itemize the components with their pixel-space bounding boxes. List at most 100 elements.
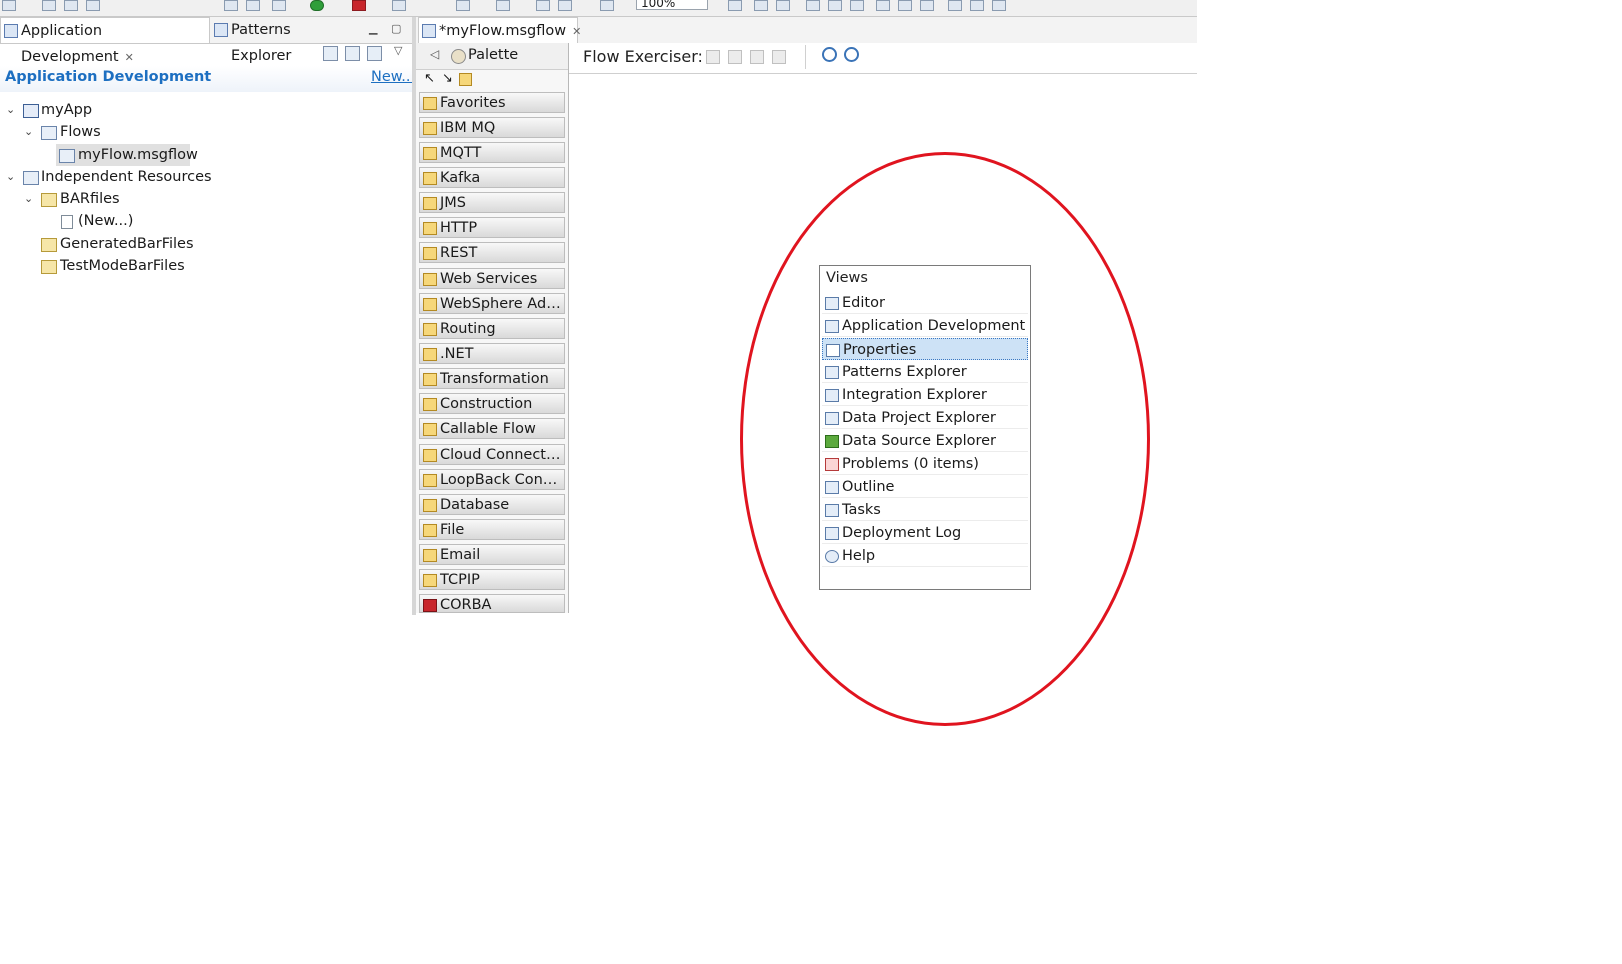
connection-tool-icon[interactable]: ↘ [442,71,453,86]
send-message-icon[interactable] [728,50,742,64]
collapse-palette-icon[interactable]: ◁ [430,47,439,61]
view-menu-icon[interactable]: ▽ [394,44,402,57]
palette-drawer-favorites[interactable]: Favorites [419,92,565,113]
tree-item-new-bar[interactable]: (New...) [0,210,300,232]
layout-icon[interactable] [992,0,1006,11]
note-tool-icon[interactable] [459,73,472,86]
align-icon[interactable] [876,0,890,11]
toolbar-tool-icon[interactable] [224,0,238,11]
view-item-problems[interactable]: Problems (0 items) [822,453,1028,475]
align-icon[interactable] [850,0,864,11]
record-icon[interactable] [750,50,764,64]
toolbar-tool-icon[interactable] [728,0,742,11]
palette-drawer-kafka[interactable]: Kafka [419,167,565,188]
back-icon[interactable] [536,0,550,11]
palette-drawer-http[interactable]: HTTP [419,217,565,238]
view-item-editor[interactable]: Editor [822,292,1028,314]
grid-icon[interactable] [754,0,768,11]
minimize-icon[interactable]: ▁ [369,22,377,35]
view-item-integration-explorer[interactable]: Integration Explorer [822,384,1028,406]
palette-drawer-rest[interactable]: REST [419,242,565,263]
layout-icon[interactable] [970,0,984,11]
palette-drawer-dotnet[interactable]: .NET [419,343,565,364]
view-item-tasks[interactable]: Tasks [822,499,1028,521]
tree-item-generatedbarfiles[interactable]: GeneratedBarFiles [0,233,300,255]
view-item-deployment-log[interactable]: Deployment Log [822,522,1028,544]
save-icon[interactable] [42,0,56,11]
align-icon[interactable] [806,0,820,11]
chevron-down-icon[interactable]: ⌄ [6,104,16,115]
palette-drawer-websphere-adapters[interactable]: WebSphere Adap... [419,293,565,314]
start-exerciser-icon[interactable] [706,50,720,64]
zoom-in-icon[interactable] [822,47,837,62]
toolbar-tool-icon[interactable] [456,0,470,11]
close-icon[interactable]: ✕ [125,51,134,64]
link-with-editor-icon[interactable] [367,46,382,61]
palette-drawer-jms[interactable]: JMS [419,192,565,213]
palette-drawer-file[interactable]: File [419,519,565,540]
zoom-out-icon[interactable] [844,47,859,62]
palette-drawer-construction[interactable]: Construction [419,393,565,414]
tab-patterns-explorer[interactable]: Patterns Explorer [211,17,345,64]
debug-icon[interactable] [272,0,286,11]
view-item-properties[interactable]: Properties [822,338,1028,360]
stop-icon[interactable] [352,0,366,11]
stop-exerciser-icon[interactable] [772,50,786,64]
email-icon [423,549,437,562]
save-all-icon[interactable] [64,0,78,11]
palette-drawer-transformation[interactable]: Transformation [419,368,565,389]
tree-item-flows[interactable]: ⌄ Flows [0,121,300,143]
grid-icon[interactable] [776,0,790,11]
chevron-down-icon[interactable]: ⌄ [6,171,16,182]
tree-item-label: Flows [60,124,101,140]
chevron-down-icon[interactable]: ⌄ [24,126,34,137]
toolbar-tool-icon[interactable] [392,0,406,11]
collapse-all-icon[interactable] [345,46,360,61]
patterns-explorer-icon [214,23,228,37]
tab-application-development[interactable]: Application Development ✕ [0,17,210,65]
palette-drawer-database[interactable]: Database [419,494,565,515]
view-item-outline[interactable]: Outline [822,476,1028,498]
view-item-patterns-explorer[interactable]: Patterns Explorer [822,361,1028,383]
align-icon[interactable] [920,0,934,11]
tree-item-independent-resources[interactable]: ⌄ Independent Resources [0,166,300,188]
back-dropdown-icon[interactable] [558,0,572,11]
palette-drawer-tcpip[interactable]: TCPIP [419,569,565,590]
layout-icon[interactable] [948,0,962,11]
tree-item-myflow-msgflow[interactable]: myFlow.msgflow [56,144,198,166]
close-icon[interactable]: ✕ [572,25,581,38]
new-icon[interactable] [2,0,16,11]
zoom-select[interactable]: 100% [636,0,708,10]
view-item-help[interactable]: Help [822,545,1028,567]
tree-item-myapp[interactable]: ⌄ myApp [0,99,300,121]
maximize-icon[interactable]: ▢ [391,22,401,35]
run-icon[interactable] [310,0,324,11]
view-item-application-development[interactable]: Application Development [822,315,1028,337]
refresh-icon[interactable] [323,46,338,61]
toolbar-tool-icon[interactable] [246,0,260,11]
view-item-data-project-explorer[interactable]: Data Project Explorer [822,407,1028,429]
toolbar-tool-icon[interactable] [496,0,510,11]
palette-drawer-mqtt[interactable]: MQTT [419,142,565,163]
view-item-data-source-explorer[interactable]: Data Source Explorer [822,430,1028,452]
palette-drawer-loopback-connectors[interactable]: LoopBack Conne... [419,469,565,490]
chevron-down-icon[interactable]: ⌄ [24,193,34,204]
palette-drawer-routing[interactable]: Routing [419,318,565,339]
palette-drawer-corba[interactable]: CORBA [419,594,565,613]
view-item-label: Tasks [842,502,881,518]
new-link[interactable]: New... [371,69,415,85]
tree-item-testmodebarfiles[interactable]: TestModeBarFiles [0,255,300,277]
palette-drawer-callable-flow[interactable]: Callable Flow [419,418,565,439]
align-icon[interactable] [898,0,912,11]
palette-drawer-ibm-mq[interactable]: IBM MQ [419,117,565,138]
print-icon[interactable] [86,0,100,11]
palette-drawer-email[interactable]: Email [419,544,565,565]
forward-icon[interactable] [600,0,614,11]
palette-drawer-cloud-connectors[interactable]: Cloud Connectors [419,444,565,465]
problems-icon [825,458,839,471]
align-icon[interactable] [828,0,842,11]
select-tool-icon[interactable]: ↖ [424,71,435,86]
palette-drawer-web-services[interactable]: Web Services [419,268,565,289]
tree-item-barfiles[interactable]: ⌄ BARfiles [0,188,300,210]
tab-myflow-msgflow[interactable]: *myFlow.msgflow ✕ [418,17,581,43]
